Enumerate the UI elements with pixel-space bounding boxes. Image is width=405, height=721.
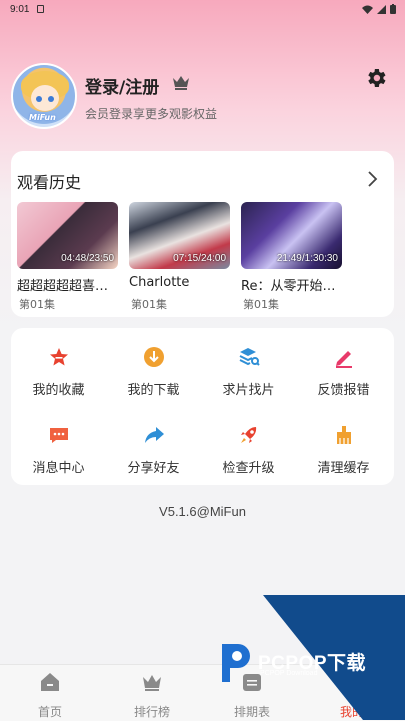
version-text: V5.1.6@MiFun — [159, 504, 246, 519]
nav-home[interactable]: 首页 — [10, 671, 90, 720]
grid-label: 我的下载 — [127, 383, 180, 398]
request-video-button[interactable]: 求片找片 — [201, 346, 296, 398]
login-register-link[interactable]: 登录/注册 — [85, 73, 159, 98]
watermark-logo-icon — [222, 644, 250, 682]
grid-label: 求片找片 — [222, 383, 275, 398]
grid-label: 反馈报错 — [317, 383, 370, 398]
share-button[interactable]: 分享好友 — [106, 424, 201, 476]
history-item-title[interactable]: Re：从零开始… — [241, 275, 343, 294]
notification-icon — [37, 5, 44, 13]
watermark-subtitle: PCPOP Download — [260, 670, 318, 677]
avatar-logo: MiFun — [29, 113, 56, 122]
vip-crown-icon — [173, 76, 189, 90]
crown-icon — [143, 675, 161, 691]
function-grid-card: 我的收藏 我的下载 求片找片 反馈报错 消息中心 分享好友 检查升级 清理缓存 — [11, 328, 394, 485]
downloads-button[interactable]: 我的下载 — [106, 346, 201, 398]
login-subtitle: 会员登录享更多观影权益 — [85, 107, 218, 121]
share-icon — [144, 427, 164, 443]
avatar[interactable]: MiFun — [11, 63, 77, 129]
history-item-episode: 第01集 — [243, 298, 279, 311]
star-icon — [49, 348, 68, 366]
signal-icon — [377, 4, 386, 17]
settings-gear-icon[interactable] — [364, 66, 388, 90]
watch-history-title: 观看历史 — [17, 173, 82, 192]
nav-label: 首页 — [37, 705, 62, 719]
history-item-episode: 第01集 — [19, 298, 55, 311]
grid-label: 我的收藏 — [32, 383, 85, 398]
history-progress-time: 04:48/23:50 — [61, 253, 114, 264]
nav-label: 排行榜 — [133, 705, 170, 719]
grid-label: 消息中心 — [32, 461, 85, 476]
status-icons — [362, 4, 396, 17]
history-thumbnail[interactable]: 07:15/24:00 — [129, 202, 230, 269]
message-center-button[interactable]: 消息中心 — [11, 424, 106, 476]
history-thumbnail[interactable]: 04:48/23:50 — [17, 202, 118, 269]
favorites-button[interactable]: 我的收藏 — [11, 346, 106, 398]
grid-label: 分享好友 — [127, 461, 180, 476]
feedback-button[interactable]: 反馈报错 — [296, 346, 391, 398]
check-update-button[interactable]: 检查升级 — [201, 424, 296, 476]
grid-label: 检查升级 — [222, 461, 275, 476]
history-progress-time: 07:15/24:00 — [173, 253, 226, 264]
chevron-right-icon[interactable] — [366, 171, 378, 187]
wifi-icon — [362, 5, 373, 17]
search-stack-icon — [239, 348, 260, 366]
watch-history-card: 观看历史 04:48/23:50 超超超超超喜… 第01集 07:15/24:0… — [11, 151, 394, 317]
history-item-episode: 第01集 — [131, 298, 167, 311]
history-item-title[interactable]: Charlotte — [129, 275, 231, 290]
clear-cache-button[interactable]: 清理缓存 — [296, 424, 391, 476]
pencil-icon — [335, 351, 352, 368]
history-progress-time: 21:49/1:30:30 — [276, 253, 338, 264]
history-thumbnail[interactable]: 21:49/1:30:30 — [241, 202, 342, 269]
history-item-title[interactable]: 超超超超超喜… — [17, 275, 119, 294]
home-icon — [41, 673, 59, 691]
nav-ranking[interactable]: 排行榜 — [112, 671, 192, 720]
rocket-icon — [240, 427, 256, 443]
grid-label: 清理缓存 — [317, 461, 370, 476]
broom-icon — [336, 426, 351, 444]
message-icon — [49, 428, 68, 443]
status-bar: 9:01 — [0, 0, 405, 20]
status-time: 9:01 — [10, 4, 30, 15]
download-icon — [143, 347, 164, 367]
battery-icon — [390, 4, 396, 17]
